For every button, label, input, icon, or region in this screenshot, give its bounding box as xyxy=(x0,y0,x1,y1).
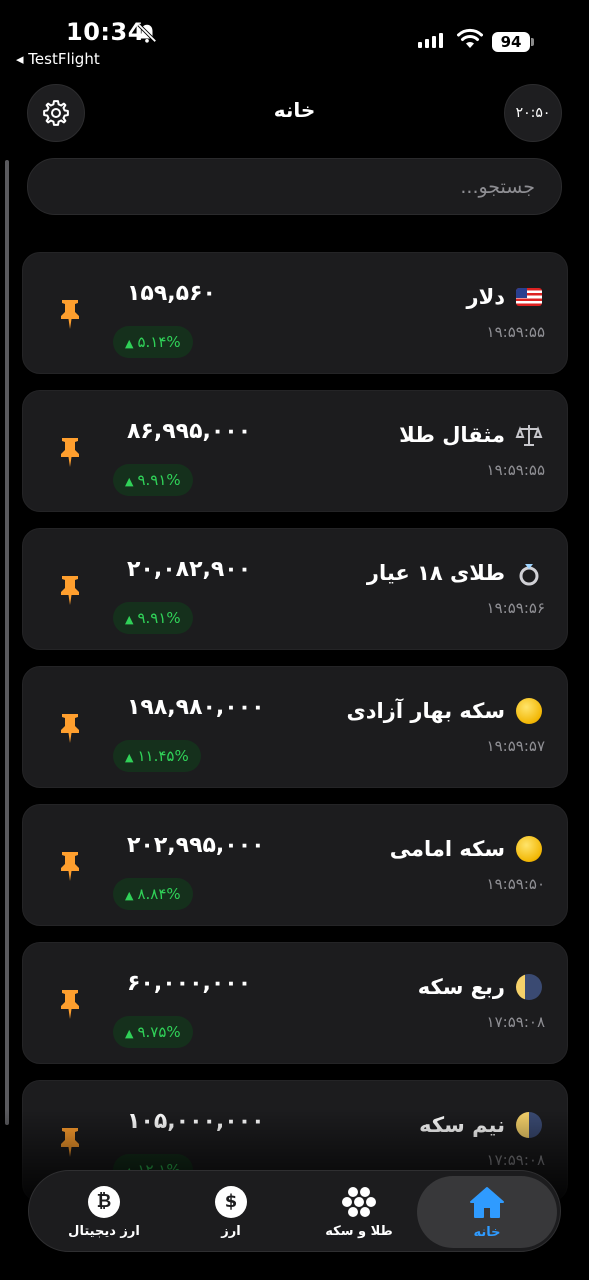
price-value: ۱۹۸,۹۸۰,۰۰۰ xyxy=(127,695,265,720)
item-name: مثقال طلا xyxy=(399,423,505,447)
pin-icon[interactable] xyxy=(59,850,81,882)
search-input[interactable] xyxy=(28,159,561,214)
bell-muted-icon xyxy=(137,23,157,43)
item-name: سکه بهار آزادی xyxy=(346,699,505,723)
item-title: سکه بهار آزادی xyxy=(347,697,543,725)
change-badge: ▲ ۹.۷۵% xyxy=(113,1016,193,1048)
change-badge: ▲ ۱۱.۴۵% xyxy=(113,740,201,772)
us-flag-icon xyxy=(515,283,543,311)
item-name: دلار xyxy=(466,285,505,309)
change-value: ۹.۹۱% xyxy=(137,609,181,627)
scroll-indicator[interactable] xyxy=(5,160,9,1125)
tab-label: ارز xyxy=(221,1223,241,1239)
item-title: نیم سکه xyxy=(419,1111,543,1139)
gold-coins-icon xyxy=(342,1186,376,1217)
tab-currency[interactable]: $ ارز xyxy=(161,1176,301,1248)
item-name: طلای ۱۸ عیار xyxy=(366,561,505,585)
tab-home[interactable]: خانه xyxy=(417,1176,557,1248)
change-badge: ▲ ۸.۸۴% xyxy=(113,878,193,910)
item-title: مثقال طلا xyxy=(399,421,543,449)
update-time: ۱۹:۵۹:۵۶ xyxy=(486,599,545,617)
tab-label: خانه xyxy=(473,1224,501,1240)
wifi-icon xyxy=(457,28,483,48)
update-time: ۱۷:۵۹:۰۸ xyxy=(486,1151,545,1169)
price-value: ۲۰۲,۹۹۵,۰۰۰ xyxy=(127,833,265,858)
pin-icon[interactable] xyxy=(59,298,81,330)
change-value: ۱۱.۴۵% xyxy=(137,747,189,765)
price-value: ۱۵۹,۵۶۰ xyxy=(127,281,216,306)
pin-icon[interactable] xyxy=(59,1126,81,1158)
up-arrow-icon: ▲ xyxy=(125,751,134,764)
clock-button[interactable]: ۲۰:۵۰ xyxy=(504,84,562,142)
price-value: ۱۰۵,۰۰۰,۰۰۰ xyxy=(127,1109,265,1134)
search-bar[interactable] xyxy=(27,158,562,215)
change-value: ۹.۷۵% xyxy=(137,1023,181,1041)
tab-label: ارز دیجیتال xyxy=(68,1223,140,1239)
price-list: ۱۵۹,۵۶۰ ▲ ۵.۱۴% دلار ۱۹:۵۹:۵۵ ۸۶,۹۹۵,۰۰۰ … xyxy=(22,252,568,1252)
change-badge: ▲ ۵.۱۴% xyxy=(113,326,193,358)
tab-gold-coins[interactable]: طلا و سکه xyxy=(289,1176,429,1248)
app-header: خانه ۲۰:۵۰ xyxy=(0,82,589,142)
change-value: ۵.۱۴% xyxy=(137,333,181,351)
cellular-signal-icon xyxy=(418,32,443,48)
item-title: دلار xyxy=(466,283,543,311)
dollar-icon: $ xyxy=(215,1185,247,1218)
price-card[interactable]: ۱۹۸,۹۸۰,۰۰۰ ▲ ۱۱.۴۵% سکه بهار آزادی ۱۹:۵۹… xyxy=(22,666,568,788)
ring-icon xyxy=(515,559,543,587)
update-time: ۱۹:۵۹:۵۰ xyxy=(486,875,545,893)
item-title: طلای ۱۸ عیار xyxy=(367,559,543,587)
up-arrow-icon: ▲ xyxy=(125,1027,134,1040)
price-card[interactable]: ۲۰,۰۸۲,۹۰۰ ▲ ۹.۹۱% طلای ۱۸ عیار ۱۹:۵۹:۵۶ xyxy=(22,528,568,650)
status-time: 10:34 xyxy=(66,18,145,46)
item-name: ربع سکه xyxy=(417,975,505,999)
price-value: ۸۶,۹۹۵,۰۰۰ xyxy=(127,419,252,444)
item-name: سکه امامی xyxy=(389,837,505,861)
tab-label: طلا و سکه xyxy=(325,1223,393,1239)
price-card[interactable]: ۱۵۹,۵۶۰ ▲ ۵.۱۴% دلار ۱۹:۵۹:۵۵ xyxy=(22,252,568,374)
scale-icon xyxy=(515,421,543,449)
battery-level: 94 xyxy=(492,32,530,52)
status-bar: 10:34 ◂ TestFlight 94 xyxy=(0,0,589,75)
up-arrow-icon: ▲ xyxy=(125,337,134,350)
price-card[interactable]: ۸۶,۹۹۵,۰۰۰ ▲ ۹.۹۱% مثقال طلا ۱۹:۵۹:۵۵ xyxy=(22,390,568,512)
price-card[interactable]: ۶۰,۰۰۰,۰۰۰ ▲ ۹.۷۵% ربع سکه ۱۷:۵۹:۰۸ xyxy=(22,942,568,1064)
half-moon-icon xyxy=(515,1111,543,1139)
home-icon xyxy=(470,1186,504,1218)
price-card[interactable]: ۲۰۲,۹۹۵,۰۰۰ ▲ ۸.۸۴% سکه امامی ۱۹:۵۹:۵۰ xyxy=(22,804,568,926)
tab-bar: ₿ ارز دیجیتال $ ارز طلا و سکه خانه xyxy=(28,1170,561,1252)
pin-icon[interactable] xyxy=(59,712,81,744)
item-name: نیم سکه xyxy=(419,1113,505,1137)
item-title: ربع سکه xyxy=(418,973,543,1001)
pin-icon[interactable] xyxy=(59,988,81,1020)
up-arrow-icon: ▲ xyxy=(125,889,134,902)
change-badge: ▲ ۹.۹۱% xyxy=(113,602,193,634)
battery-tip xyxy=(531,38,534,46)
update-time: ۱۹:۵۹:۵۵ xyxy=(486,323,545,341)
update-time: ۱۹:۵۹:۵۷ xyxy=(486,737,545,755)
back-to-testflight[interactable]: ◂ TestFlight xyxy=(16,50,100,68)
bitcoin-icon: ₿ xyxy=(88,1185,120,1218)
change-value: ۸.۸۴% xyxy=(137,885,181,903)
up-arrow-icon: ▲ xyxy=(125,613,134,626)
change-badge: ▲ ۹.۹۱% xyxy=(113,464,193,496)
tab-crypto[interactable]: ₿ ارز دیجیتال xyxy=(34,1176,174,1248)
price-value: ۶۰,۰۰۰,۰۰۰ xyxy=(127,971,252,996)
item-title: سکه امامی xyxy=(390,835,543,863)
page-title: خانه xyxy=(273,98,316,122)
change-value: ۹.۹۱% xyxy=(137,471,181,489)
up-arrow-icon: ▲ xyxy=(125,475,134,488)
update-time: ۱۷:۵۹:۰۸ xyxy=(486,1013,545,1031)
pin-icon[interactable] xyxy=(59,436,81,468)
price-value: ۲۰,۰۸۲,۹۰۰ xyxy=(127,557,252,582)
quarter-moon-icon xyxy=(515,973,543,1001)
coin-icon xyxy=(515,697,543,725)
pin-icon[interactable] xyxy=(59,574,81,606)
coin-icon xyxy=(515,835,543,863)
update-time: ۱۹:۵۹:۵۵ xyxy=(486,461,545,479)
